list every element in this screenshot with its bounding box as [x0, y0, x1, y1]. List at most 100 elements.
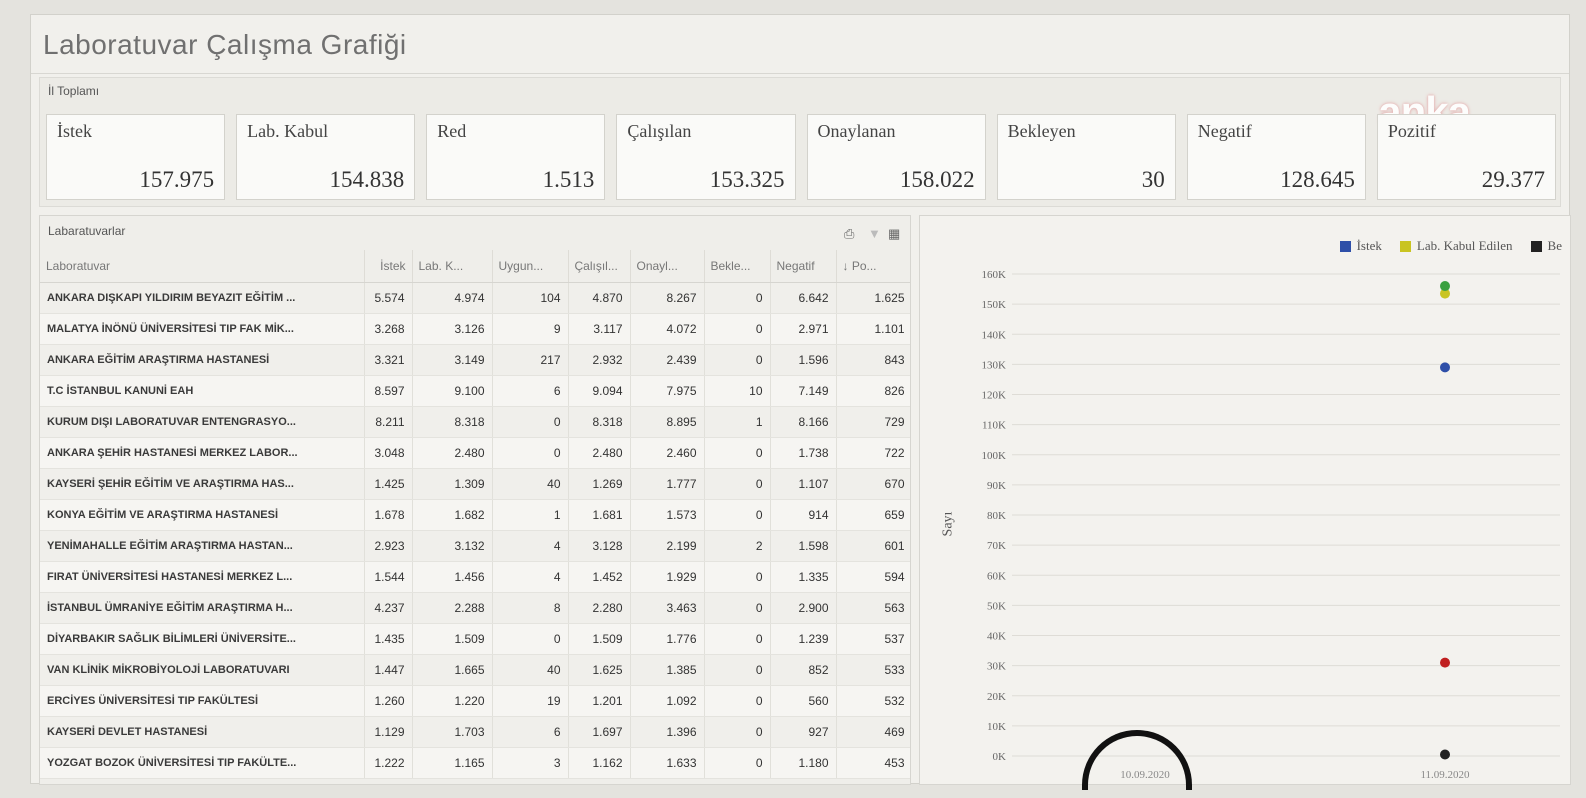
column-header[interactable]: Çalışıl...: [568, 250, 631, 283]
column-header[interactable]: Bekle...: [704, 250, 771, 283]
value-cell: 0: [704, 685, 771, 717]
card-label: Bekleyen: [1007, 121, 1076, 141]
export-icon[interactable]: ⎙: [844, 226, 854, 242]
value-cell: 2.923: [364, 530, 413, 562]
value-cell: 104: [492, 282, 569, 314]
data-point[interactable]: [1440, 657, 1450, 668]
value-cell: 8.318: [568, 406, 631, 438]
value-cell: 1.625: [836, 282, 910, 314]
table-row[interactable]: YENİMAHALLE EĞİTİM ARAŞTIRMA HASTAN... 2.…: [40, 530, 910, 562]
column-header[interactable]: Uygun...: [492, 250, 569, 283]
card-label: Red: [437, 121, 467, 141]
laboratory-name-cell: ANKARA EĞİTİM ARAŞTIRMA HASTANESİ: [40, 344, 365, 376]
table-row[interactable]: MALATYA İNÖNÜ ÜNİVERSİTESİ TIP FAK MİK..…: [40, 313, 910, 345]
card-value: 157.975: [139, 167, 215, 192]
value-cell: 4.237: [364, 592, 413, 624]
value-cell: 1.544: [364, 561, 413, 593]
value-cell: 2.439: [630, 344, 705, 376]
value-cell: 4: [492, 530, 569, 562]
y-tick-label: 10K: [987, 721, 1006, 733]
value-cell: 1.260: [364, 685, 413, 717]
value-cell: 563: [836, 592, 910, 624]
value-cell: 722: [836, 437, 910, 469]
y-tick-label: 100K: [982, 450, 1007, 462]
table-row[interactable]: DİYARBAKIR SAĞLIK BİLİMLERİ ÜNİVERSİTE..…: [40, 623, 910, 655]
value-cell: 217: [492, 344, 569, 376]
card-value: 29.377: [1481, 167, 1545, 192]
y-tick-label: 130K: [982, 359, 1007, 371]
card-pending: Bekleyen 30: [996, 114, 1176, 200]
layout-icon[interactable]: ▦: [888, 226, 900, 242]
laboratory-name-cell: MALATYA İNÖNÜ ÜNİVERSİTESİ TIP FAK MİK..…: [40, 313, 365, 345]
table-row[interactable]: VAN KLİNİK MİKROBİYOLOJİ LABORATUVARI 1.4…: [40, 654, 910, 686]
value-cell: 453: [836, 747, 910, 779]
data-point[interactable]: [1440, 749, 1450, 760]
value-cell: 4.072: [630, 313, 705, 345]
value-cell: 601: [836, 530, 910, 562]
table-row[interactable]: T.C İSTANBUL KANUNİ EAH 8.597 9.100 6 9.094 7…: [40, 375, 910, 407]
laboratory-name-cell: ANKARA DIŞKAPI YILDIRIM BEYAZIT EĞİTİM .…: [40, 282, 365, 314]
table-row[interactable]: YOZGAT BOZOK ÜNİVERSİTESİ TIP FAKÜLTE...…: [40, 747, 910, 779]
value-cell: 659: [836, 499, 910, 531]
title-divider: [31, 73, 1569, 74]
card-request: İstek 157.975: [46, 114, 226, 200]
value-cell: 3.149: [412, 344, 493, 376]
value-cell: 4: [492, 561, 569, 593]
table-row[interactable]: KURUM DIŞI LABORATUVAR ENTENGRASYO... 8.2…: [40, 406, 910, 438]
value-cell: 1: [492, 499, 569, 531]
table-row[interactable]: ANKARA ŞEHİR HASTANESİ MERKEZ LABOR... 3.…: [40, 437, 910, 469]
column-header[interactable]: Negatif: [770, 250, 837, 283]
filter-icon[interactable]: ▼: [868, 226, 881, 241]
value-cell: 1.201: [568, 685, 631, 717]
table-row[interactable]: ANKARA EĞİTİM ARAŞTIRMA HASTANESİ 3.321 3.…: [40, 344, 910, 376]
table-row[interactable]: ANKARA DIŞKAPI YILDIRIM BEYAZIT EĞİTİM .…: [40, 282, 910, 314]
value-cell: 0: [492, 437, 569, 469]
value-cell: 670: [836, 468, 910, 500]
column-header[interactable]: İstek: [364, 250, 413, 283]
laboratories-panel: Labaratuvarlar ⎙ ▼ ▦ Laboratuvar İstek Lab…: [39, 215, 911, 785]
data-point[interactable]: [1440, 362, 1450, 373]
value-cell: 1.165: [412, 747, 493, 779]
card-positive: Pozitif 29.377: [1376, 114, 1556, 200]
value-cell: 0: [492, 406, 569, 438]
table-row[interactable]: KAYSERİ DEVLET HASTANESİ 1.129 1.703 6 1.697…: [40, 716, 910, 748]
value-cell: 1.309: [412, 468, 493, 500]
value-cell: 6: [492, 716, 569, 748]
value-cell: 3.463: [630, 592, 705, 624]
card-label: Pozitif: [1387, 121, 1436, 141]
card-label: Negatif: [1197, 121, 1252, 141]
table-row[interactable]: ERCİYES ÜNİVERSİTESİ TIP FAKÜLTESİ 1.260 1…: [40, 685, 910, 717]
value-cell: 3: [492, 747, 569, 779]
value-cell: 0: [704, 716, 771, 748]
value-cell: 1.678: [364, 499, 413, 531]
card-value: 128.645: [1280, 167, 1355, 192]
value-cell: 3.117: [568, 313, 631, 345]
card-label: İstek: [57, 121, 92, 141]
y-tick-label: 110K: [982, 420, 1006, 432]
value-cell: 5.574: [364, 282, 413, 314]
column-header[interactable]: Onayl...: [630, 250, 705, 283]
value-cell: 826: [836, 375, 910, 407]
value-cell: 594: [836, 561, 910, 593]
value-cell: 0: [704, 313, 771, 345]
table-row[interactable]: KONYA EĞİTİM VE ARAŞTIRMA HASTANESİ 1.678…: [40, 499, 910, 531]
card-lab-accept: Lab. Kabul 154.838: [236, 114, 416, 200]
column-header[interactable]: Laboratuvar: [40, 250, 365, 283]
value-cell: 2.932: [568, 344, 631, 376]
value-cell: 0: [704, 282, 771, 314]
value-cell: 1.681: [568, 499, 631, 531]
value-cell: 1.220: [412, 685, 493, 717]
value-cell: 2.900: [770, 592, 837, 624]
value-cell: 8.318: [412, 406, 493, 438]
value-cell: 8.597: [364, 375, 413, 407]
value-cell: 2.480: [412, 437, 493, 469]
value-cell: 8.267: [630, 282, 705, 314]
card-value: 153.325: [709, 167, 785, 192]
data-point[interactable]: [1440, 281, 1450, 292]
table-row[interactable]: KAYSERİ ŞEHİR EĞİTİM VE ARAŞTIRMA HAS...…: [40, 468, 910, 500]
column-header[interactable]: ↓ Po...: [836, 250, 910, 283]
table-row[interactable]: FIRAT ÜNİVERSİTESİ HASTANESİ MERKEZ L...…: [40, 561, 910, 593]
table-row[interactable]: İSTANBUL ÜMRANİYE EĞİTİM ARAŞTIRMA H... 4…: [40, 592, 910, 624]
column-header[interactable]: Lab. K...: [412, 250, 493, 283]
report-page: Laboratuvar Çalışma Grafiği İl Toplamı a…: [30, 14, 1571, 785]
